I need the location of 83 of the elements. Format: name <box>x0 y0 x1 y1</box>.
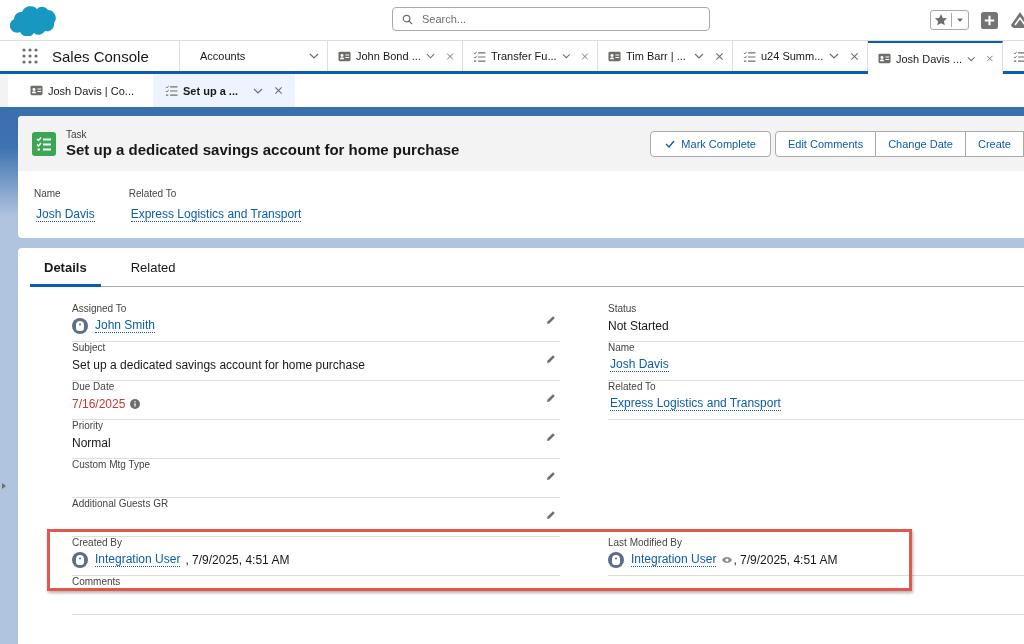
contact-card-icon <box>878 53 891 64</box>
field-label: Due Date <box>72 381 116 392</box>
field-label: Name <box>608 342 636 353</box>
edit-pencil-icon[interactable] <box>546 393 556 403</box>
mark-complete-button[interactable]: Mark Complete <box>650 130 771 157</box>
expand-handle-icon[interactable] <box>2 483 6 489</box>
field-label: Created By <box>72 537 124 548</box>
check-icon <box>665 139 676 148</box>
task-list-icon <box>165 85 178 96</box>
field-label: Status <box>608 303 638 314</box>
close-icon[interactable] <box>986 54 994 63</box>
field-label: Related To <box>608 381 657 392</box>
action-button[interactable]: Change Date <box>876 130 966 157</box>
cloud-logo-icon[interactable] <box>10 4 58 36</box>
task-list-icon <box>1013 50 1024 62</box>
record-link[interactable]: Express Logistics and Transport <box>130 207 302 222</box>
user-link[interactable]: Integration User <box>631 552 717 567</box>
info-icon[interactable] <box>130 398 141 409</box>
due-date-value: 7/16/2025 <box>72 396 126 411</box>
close-icon[interactable] <box>715 51 724 61</box>
subtab[interactable]: Josh Davis | Co... <box>18 74 153 107</box>
task-icon <box>32 131 56 156</box>
field-label: Comments <box>72 576 122 587</box>
record-link[interactable]: Josh Davis <box>610 357 669 372</box>
caret-icon[interactable] <box>253 87 263 94</box>
field-value: Normal <box>72 435 111 450</box>
timestamp-text: , 7/9/2025, 4:51 AM <box>733 553 838 567</box>
contact-card-icon <box>338 50 351 62</box>
subtab[interactable]: Set up a ... <box>153 74 295 107</box>
user-avatar-icon <box>72 552 88 568</box>
object-type-label: Task <box>66 129 88 140</box>
contact-card-icon <box>608 50 621 62</box>
mountain-icon[interactable] <box>1010 11 1024 29</box>
app-launcher-icon[interactable] <box>22 48 38 64</box>
workspace-tab[interactable]: Josh Davis ... <box>868 41 1003 74</box>
favorites-button[interactable] <box>930 10 969 30</box>
workspace-tab[interactable]: Accounts <box>180 41 328 71</box>
record-link[interactable]: Express Logistics and Transport <box>610 396 781 411</box>
field-label: Related To <box>128 188 178 199</box>
record-title: Set up a dedicated savings account for home purchase <box>66 141 460 158</box>
close-icon[interactable] <box>850 51 859 61</box>
app-name: Sales Console <box>52 47 149 65</box>
caret-icon[interactable] <box>829 53 839 59</box>
user-avatar-icon <box>72 318 88 334</box>
field-label: Last Modified By <box>608 537 683 548</box>
field-label: Additional Guests GR <box>72 498 170 509</box>
detail-tab[interactable]: Details <box>30 248 101 287</box>
edit-pencil-icon[interactable] <box>546 471 556 481</box>
record-link[interactable]: Josh Davis <box>36 207 95 222</box>
field-value: Not Started <box>608 318 669 333</box>
close-icon[interactable] <box>274 86 283 95</box>
task-list-icon <box>473 50 486 62</box>
timestamp-text: , 7/9/2025, 4:51 AM <box>185 553 290 567</box>
edit-pencil-icon[interactable] <box>546 354 556 364</box>
search-field[interactable]: Search... <box>392 7 710 31</box>
caret-icon[interactable] <box>967 55 976 62</box>
task-list-icon <box>743 50 756 62</box>
field-label: Custom Mtg Type <box>72 459 152 470</box>
detail-tab[interactable]: Related <box>116 248 190 286</box>
eye-icon[interactable] <box>721 556 734 564</box>
contact-card-icon <box>30 85 43 96</box>
user-avatar-icon <box>608 552 624 568</box>
action-button[interactable]: Create <box>965 130 1024 157</box>
workspace-tab[interactable]: Tim Barr | ... <box>598 41 733 71</box>
user-link[interactable]: John Smith <box>95 318 156 333</box>
field-label: Name <box>34 188 62 199</box>
edit-pencil-icon[interactable] <box>546 510 556 520</box>
field-label: Priority <box>72 420 105 431</box>
edit-pencil-icon[interactable] <box>546 432 556 442</box>
field-value: Set up a dedicated savings account for home purchase <box>72 357 365 372</box>
caret-icon[interactable] <box>561 53 571 59</box>
field-label: Assigned To <box>72 303 128 314</box>
caret-icon[interactable] <box>425 53 435 59</box>
edit-pencil-icon[interactable] <box>546 315 556 325</box>
user-link[interactable]: Integration User <box>95 552 181 567</box>
caret-icon[interactable] <box>694 53 704 59</box>
search-icon <box>402 14 413 25</box>
workspace-tab[interactable]: Transfer Fu... <box>463 41 598 71</box>
action-button[interactable]: Edit Comments <box>774 130 877 157</box>
workspace-tab[interactable]: John Bond ... <box>328 41 463 71</box>
field-label: Subject <box>72 342 107 353</box>
caret-icon[interactable] <box>309 53 319 59</box>
add-icon[interactable] <box>981 11 998 29</box>
